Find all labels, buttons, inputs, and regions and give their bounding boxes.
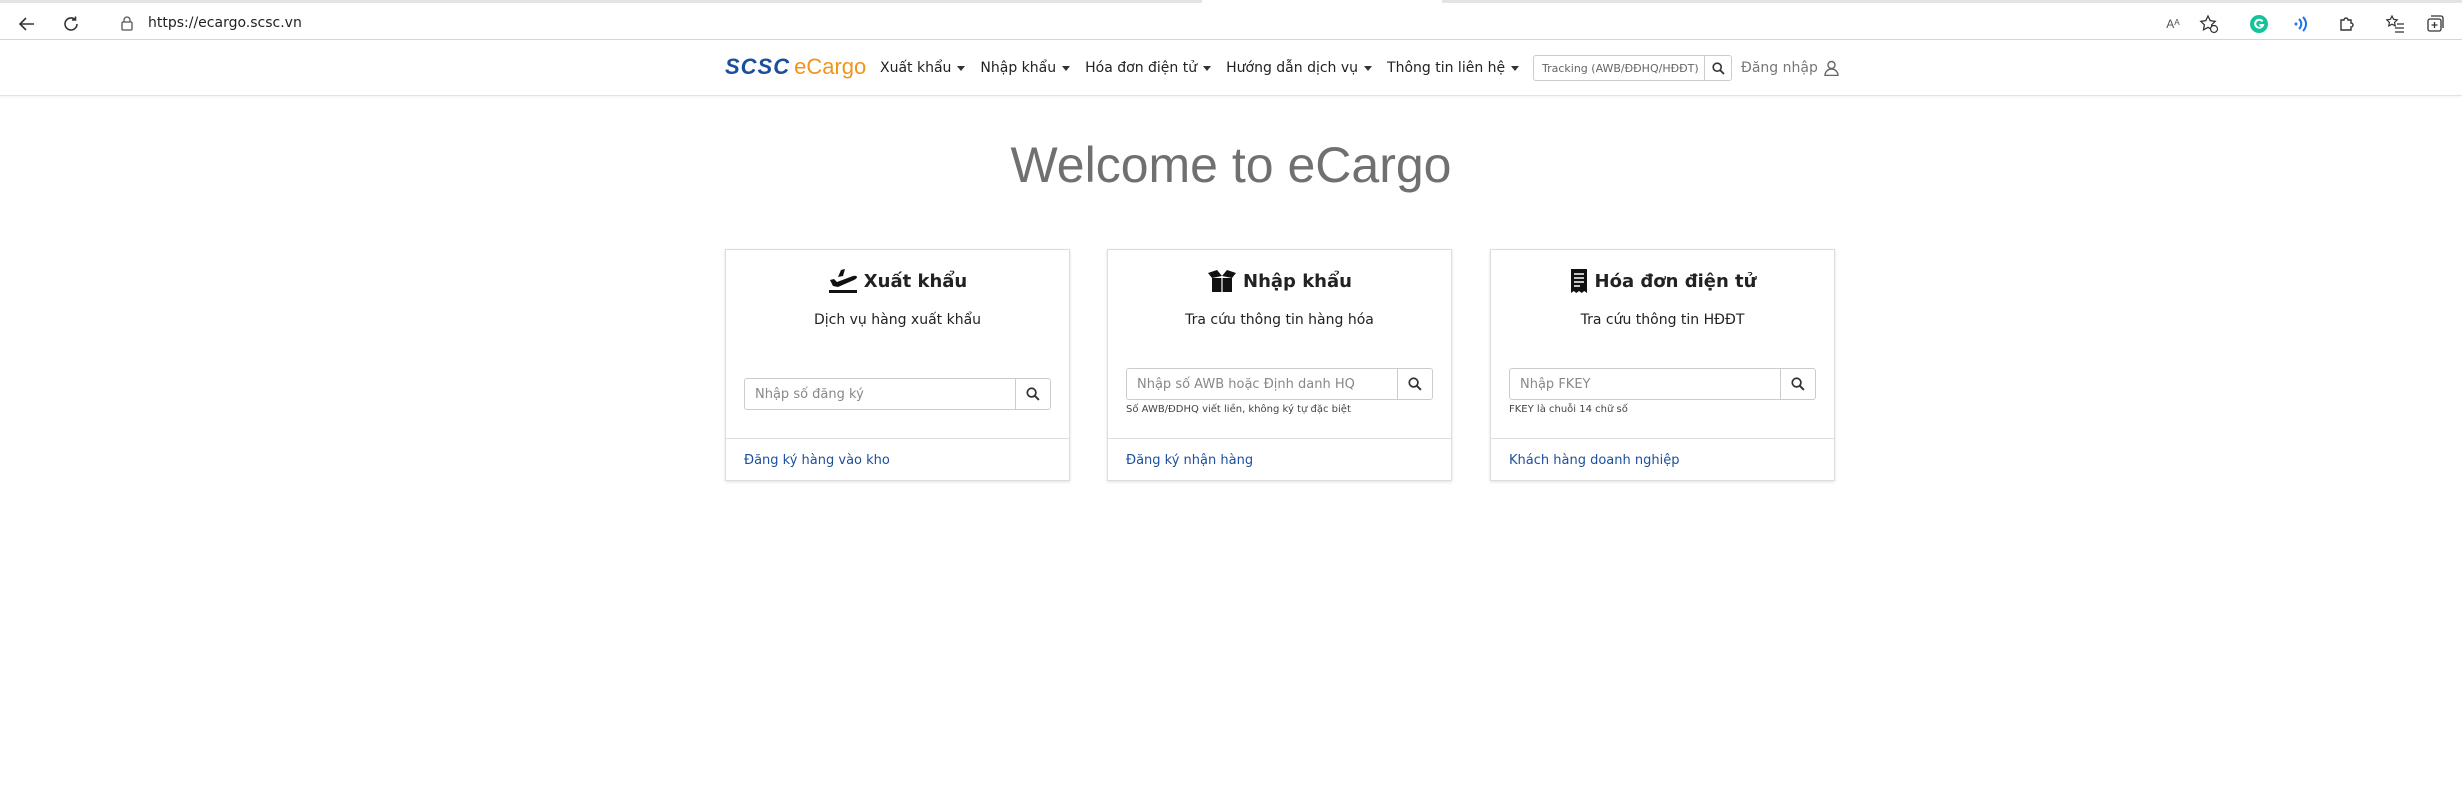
brand-logo[interactable]: SCSC eCargo (725, 54, 866, 80)
star-add-icon (2199, 14, 2219, 34)
invoice-search-button[interactable] (1780, 368, 1816, 400)
export-search-button[interactable] (1015, 378, 1051, 410)
read-aloud-button[interactable]: Aᴬ (2160, 11, 2186, 37)
welcome-heading: Welcome to eCargo (1010, 137, 1452, 193)
register-warehouse-link[interactable]: Đăng ký hàng vào kho (744, 453, 890, 468)
refresh-button[interactable] (56, 9, 86, 39)
browser-toolbar: https://ecargo.scsc.vn Aᴬ (0, 0, 2462, 40)
registration-number-input[interactable]: Nhập số đăng ký (744, 378, 1016, 410)
address-bar[interactable]: https://ecargo.scsc.vn (104, 7, 2166, 39)
tracking-search-button[interactable] (1704, 55, 1732, 81)
fkey-input[interactable]: Nhập FKEY (1509, 368, 1781, 400)
puzzle-icon (2340, 17, 2354, 31)
url-text: https://ecargo.scsc.vn (148, 15, 302, 31)
caret-down-icon (1062, 65, 1071, 71)
caret-down-icon (1364, 65, 1373, 71)
lock-icon (120, 15, 134, 36)
card-hoa-don: Hóa đơn điện tử Tra cứu thông tin HĐĐT N… (1490, 249, 1835, 481)
search-icon (1711, 61, 1725, 75)
card-xuat-khau: Xuất khẩu Dịch vụ hàng xuất khẩu Nhập số… (725, 249, 1070, 481)
login-link[interactable]: Đăng nhập (1741, 60, 1839, 76)
awb-input[interactable]: Nhập số AWB hoặc Định danh HQ (1126, 368, 1398, 400)
arrow-left-icon (18, 17, 34, 31)
search-icon (1026, 387, 1040, 401)
card-title: Hóa đơn điện tử (1594, 270, 1757, 292)
main-menu: Xuất khẩu Nhập khẩu Hóa đơn điện tử Hướn… (880, 60, 1534, 76)
active-tab-indicator (1202, 0, 1442, 3)
card-title: Xuất khẩu (863, 270, 968, 292)
card-subtitle: Tra cứu thông tin hàng hóa (1185, 312, 1374, 328)
caret-down-icon (1511, 65, 1520, 71)
caret-down-icon (1203, 65, 1212, 71)
menu-item-xuat-khau[interactable]: Xuất khẩu (880, 60, 966, 76)
collections-button[interactable] (2422, 11, 2448, 37)
plane-departure-icon (828, 269, 857, 293)
register-receipt-link[interactable]: Đăng ký nhận hàng (1126, 453, 1253, 468)
audio-extension[interactable] (2290, 11, 2316, 37)
menu-item-huong-dan[interactable]: Hướng dẫn dịch vụ (1226, 60, 1373, 76)
brand-scsc: SCSC (725, 54, 791, 79)
card-title: Nhập khẩu (1243, 270, 1352, 292)
menu-item-nhap-khau[interactable]: Nhập khẩu (980, 60, 1071, 76)
search-icon (1791, 377, 1805, 391)
fkey-hint: FKEY là chuỗi 14 chữ số (1509, 404, 1628, 415)
card-footer: Đăng ký hàng vào kho (726, 438, 1069, 482)
box-open-icon (1208, 270, 1237, 292)
awb-hint: Số AWB/ĐDHQ viết liền, không ký tự đặc b… (1126, 404, 1351, 415)
extensions-button[interactable] (2334, 11, 2360, 37)
back-button[interactable] (12, 9, 42, 39)
site-header: SCSC eCargo Xuất khẩu Nhập khẩu Hóa đơn đ… (0, 40, 2462, 96)
sound-wave-icon (2294, 16, 2307, 32)
favorites-list-icon (2385, 14, 2404, 33)
brand-ecargo: eCargo (794, 54, 867, 79)
caret-down-icon (957, 65, 966, 71)
card-footer: Đăng ký nhận hàng (1108, 438, 1451, 482)
favorite-button[interactable] (2196, 11, 2222, 37)
card-subtitle: Dịch vụ hàng xuất khẩu (813, 312, 982, 328)
grammarly-extension[interactable] (2246, 11, 2272, 37)
menu-item-thong-tin[interactable]: Thông tin liên hệ (1387, 60, 1520, 76)
card-footer: Khách hàng doanh nghiệp (1491, 438, 1834, 482)
favorites-button[interactable] (2382, 11, 2408, 37)
card-subtitle: Tra cứu thông tin HĐĐT (1580, 312, 1745, 328)
read-aloud-icon: Aᴬ (2166, 17, 2180, 31)
tracking-input[interactable]: Tracking (AWB/ĐĐHQ/HĐĐT) (1533, 55, 1705, 81)
card-nhap-khau: Nhập khẩu Tra cứu thông tin hàng hóa Nhậ… (1107, 249, 1452, 481)
grammarly-icon (2250, 15, 2268, 33)
collections-icon (2427, 15, 2444, 32)
refresh-icon (64, 16, 78, 31)
search-icon (1408, 377, 1422, 391)
business-customer-link[interactable]: Khách hàng doanh nghiệp (1509, 453, 1679, 468)
user-icon (1824, 60, 1839, 76)
receipt-icon (1570, 269, 1587, 293)
import-search-button[interactable] (1397, 368, 1433, 400)
menu-item-hoa-don[interactable]: Hóa đơn điện tử (1085, 60, 1212, 76)
